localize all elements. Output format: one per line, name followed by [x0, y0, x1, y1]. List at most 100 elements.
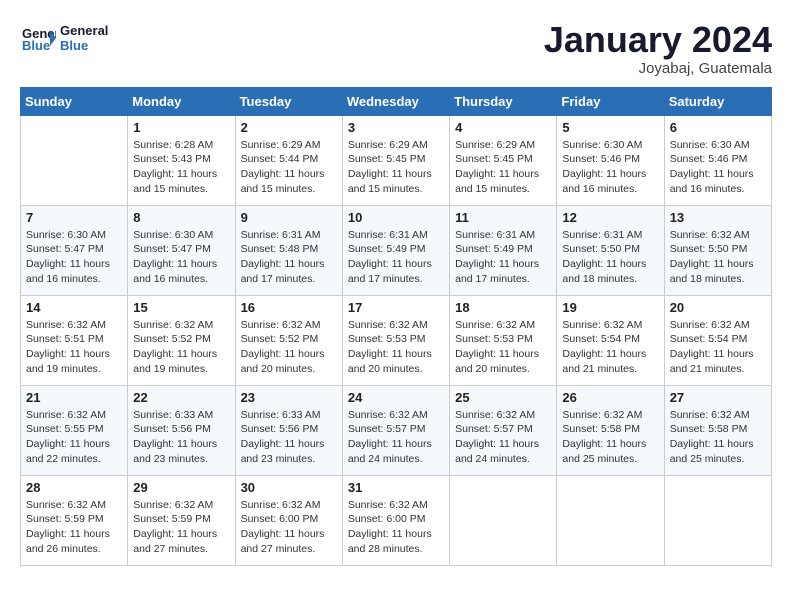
table-row	[557, 475, 664, 565]
table-row: 17Sunrise: 6:32 AMSunset: 5:53 PMDayligh…	[342, 295, 449, 385]
day-info: Sunrise: 6:31 AMSunset: 5:48 PMDaylight:…	[241, 228, 337, 287]
table-row: 29 Sunrise: 6:32 AMSunset: 5:59 PMDayligh…	[128, 475, 235, 565]
brand-name-part1: General	[60, 23, 108, 38]
day-number: 6	[670, 120, 766, 135]
day-number: 9	[241, 210, 337, 225]
day-number: 26	[562, 390, 658, 405]
day-info: Sunrise: 6:32 AMSunset: 5:53 PMDaylight:…	[455, 318, 551, 377]
day-info: Sunrise: 6:32 AMSunset: 5:55 PMDaylight:…	[26, 408, 122, 467]
day-info: Sunrise: 6:33 AMSunset: 5:56 PMDaylight:…	[133, 408, 229, 467]
day-info: Sunrise: 6:31 AMSunset: 5:50 PMDaylight:…	[562, 228, 658, 287]
table-row: 15 Sunrise: 6:32 AMSunset: 5:52 PMDayligh…	[128, 295, 235, 385]
day-info: Sunrise: 6:29 AMSunset: 5:45 PMDaylight:…	[348, 138, 444, 197]
calendar-week-row: 1 Sunrise: 6:28 AMSunset: 5:43 PMDaylight…	[21, 115, 772, 205]
calendar-week-row: 28 Sunrise: 6:32 AMSunset: 5:59 PMDayligh…	[21, 475, 772, 565]
logo: General Blue General Blue	[20, 20, 108, 56]
calendar-week-row: 7 Sunrise: 6:30 AMSunset: 5:47 PMDaylight…	[21, 205, 772, 295]
day-number: 16	[241, 300, 337, 315]
day-number: 23	[241, 390, 337, 405]
day-info: Sunrise: 6:32 AMSunset: 5:57 PMDaylight:…	[455, 408, 551, 467]
table-row: 10 Sunrise: 6:31 AMSunset: 5:49 PMDayligh…	[342, 205, 449, 295]
table-row: 16 Sunrise: 6:32 AMSunset: 5:52 PMDayligh…	[235, 295, 342, 385]
day-info: Sunrise: 6:28 AMSunset: 5:43 PMDaylight:…	[133, 138, 229, 197]
day-info: Sunrise: 6:32 AMSunset: 6:00 PMDaylight:…	[241, 498, 337, 557]
day-info: Sunrise: 6:32 AMSunset: 5:50 PMDaylight:…	[670, 228, 766, 287]
day-number: 5	[562, 120, 658, 135]
table-row	[664, 475, 771, 565]
day-number: 30	[241, 480, 337, 495]
col-saturday: Saturday	[664, 87, 771, 115]
table-row: 31 Sunrise: 6:32 AMSunset: 6:00 PMDayligh…	[342, 475, 449, 565]
col-monday: Monday	[128, 87, 235, 115]
day-info: Sunrise: 6:29 AMSunset: 5:44 PMDaylight:…	[241, 138, 337, 197]
day-info: Sunrise: 6:32 AMSunset: 5:57 PMDaylight:…	[348, 408, 444, 467]
table-row: 4 Sunrise: 6:29 AMSunset: 5:45 PMDaylight…	[450, 115, 557, 205]
calendar-table: Sunday Monday Tuesday Wednesday Thursday…	[20, 87, 772, 566]
table-row	[21, 115, 128, 205]
table-row: 23 Sunrise: 6:33 AMSunset: 5:56 PMDayligh…	[235, 385, 342, 475]
day-number: 28	[26, 480, 122, 495]
day-number: 19	[562, 300, 658, 315]
logo-icon: General Blue	[20, 20, 56, 56]
table-row: 26Sunrise: 6:32 AMSunset: 5:58 PMDayligh…	[557, 385, 664, 475]
table-row: 9 Sunrise: 6:31 AMSunset: 5:48 PMDaylight…	[235, 205, 342, 295]
day-info: Sunrise: 6:30 AMSunset: 5:47 PMDaylight:…	[133, 228, 229, 287]
month-year-title: January 2024	[544, 20, 772, 60]
brand-name-part2: Blue	[60, 38, 108, 53]
day-number: 15	[133, 300, 229, 315]
day-info: Sunrise: 6:32 AMSunset: 5:59 PMDaylight:…	[26, 498, 122, 557]
weekday-header-row: Sunday Monday Tuesday Wednesday Thursday…	[21, 87, 772, 115]
day-number: 2	[241, 120, 337, 135]
page-header: General Blue General Blue January 2024 J…	[20, 20, 772, 77]
day-number: 22	[133, 390, 229, 405]
table-row: 11Sunrise: 6:31 AMSunset: 5:49 PMDayligh…	[450, 205, 557, 295]
day-number: 1	[133, 120, 229, 135]
table-row: 30 Sunrise: 6:32 AMSunset: 6:00 PMDayligh…	[235, 475, 342, 565]
day-info: Sunrise: 6:30 AMSunset: 5:47 PMDaylight:…	[26, 228, 122, 287]
day-number: 18	[455, 300, 551, 315]
table-row: 5 Sunrise: 6:30 AMSunset: 5:46 PMDaylight…	[557, 115, 664, 205]
day-number: 8	[133, 210, 229, 225]
day-number: 12	[562, 210, 658, 225]
day-number: 20	[670, 300, 766, 315]
table-row	[450, 475, 557, 565]
table-row: 25Sunrise: 6:32 AMSunset: 5:57 PMDayligh…	[450, 385, 557, 475]
col-sunday: Sunday	[21, 87, 128, 115]
calendar-week-row: 21 Sunrise: 6:32 AMSunset: 5:55 PMDayligh…	[21, 385, 772, 475]
day-info: Sunrise: 6:32 AMSunset: 5:51 PMDaylight:…	[26, 318, 122, 377]
day-number: 10	[348, 210, 444, 225]
col-wednesday: Wednesday	[342, 87, 449, 115]
day-number: 21	[26, 390, 122, 405]
svg-text:Blue: Blue	[22, 38, 50, 53]
day-info: Sunrise: 6:32 AMSunset: 5:52 PMDaylight:…	[133, 318, 229, 377]
day-info: Sunrise: 6:32 AMSunset: 5:59 PMDaylight:…	[133, 498, 229, 557]
day-info: Sunrise: 6:30 AMSunset: 5:46 PMDaylight:…	[562, 138, 658, 197]
location-subtitle: Joyabaj, Guatemala	[544, 60, 772, 77]
day-number: 7	[26, 210, 122, 225]
table-row: 14Sunrise: 6:32 AMSunset: 5:51 PMDayligh…	[21, 295, 128, 385]
day-number: 11	[455, 210, 551, 225]
day-info: Sunrise: 6:29 AMSunset: 5:45 PMDaylight:…	[455, 138, 551, 197]
day-number: 17	[348, 300, 444, 315]
table-row: 27Sunrise: 6:32 AMSunset: 5:58 PMDayligh…	[664, 385, 771, 475]
table-row: 21 Sunrise: 6:32 AMSunset: 5:55 PMDayligh…	[21, 385, 128, 475]
day-number: 31	[348, 480, 444, 495]
day-info: Sunrise: 6:30 AMSunset: 5:46 PMDaylight:…	[670, 138, 766, 197]
table-row: 24 Sunrise: 6:32 AMSunset: 5:57 PMDayligh…	[342, 385, 449, 475]
day-info: Sunrise: 6:32 AMSunset: 5:54 PMDaylight:…	[562, 318, 658, 377]
day-info: Sunrise: 6:32 AMSunset: 6:00 PMDaylight:…	[348, 498, 444, 557]
day-number: 24	[348, 390, 444, 405]
calendar-week-row: 14Sunrise: 6:32 AMSunset: 5:51 PMDayligh…	[21, 295, 772, 385]
table-row: 1 Sunrise: 6:28 AMSunset: 5:43 PMDaylight…	[128, 115, 235, 205]
table-row: 2 Sunrise: 6:29 AMSunset: 5:44 PMDaylight…	[235, 115, 342, 205]
day-number: 29	[133, 480, 229, 495]
table-row: 28 Sunrise: 6:32 AMSunset: 5:59 PMDayligh…	[21, 475, 128, 565]
day-number: 27	[670, 390, 766, 405]
day-info: Sunrise: 6:32 AMSunset: 5:52 PMDaylight:…	[241, 318, 337, 377]
col-thursday: Thursday	[450, 87, 557, 115]
day-info: Sunrise: 6:31 AMSunset: 5:49 PMDaylight:…	[348, 228, 444, 287]
day-number: 4	[455, 120, 551, 135]
table-row: 6 Sunrise: 6:30 AMSunset: 5:46 PMDaylight…	[664, 115, 771, 205]
day-info: Sunrise: 6:33 AMSunset: 5:56 PMDaylight:…	[241, 408, 337, 467]
table-row: 8 Sunrise: 6:30 AMSunset: 5:47 PMDaylight…	[128, 205, 235, 295]
